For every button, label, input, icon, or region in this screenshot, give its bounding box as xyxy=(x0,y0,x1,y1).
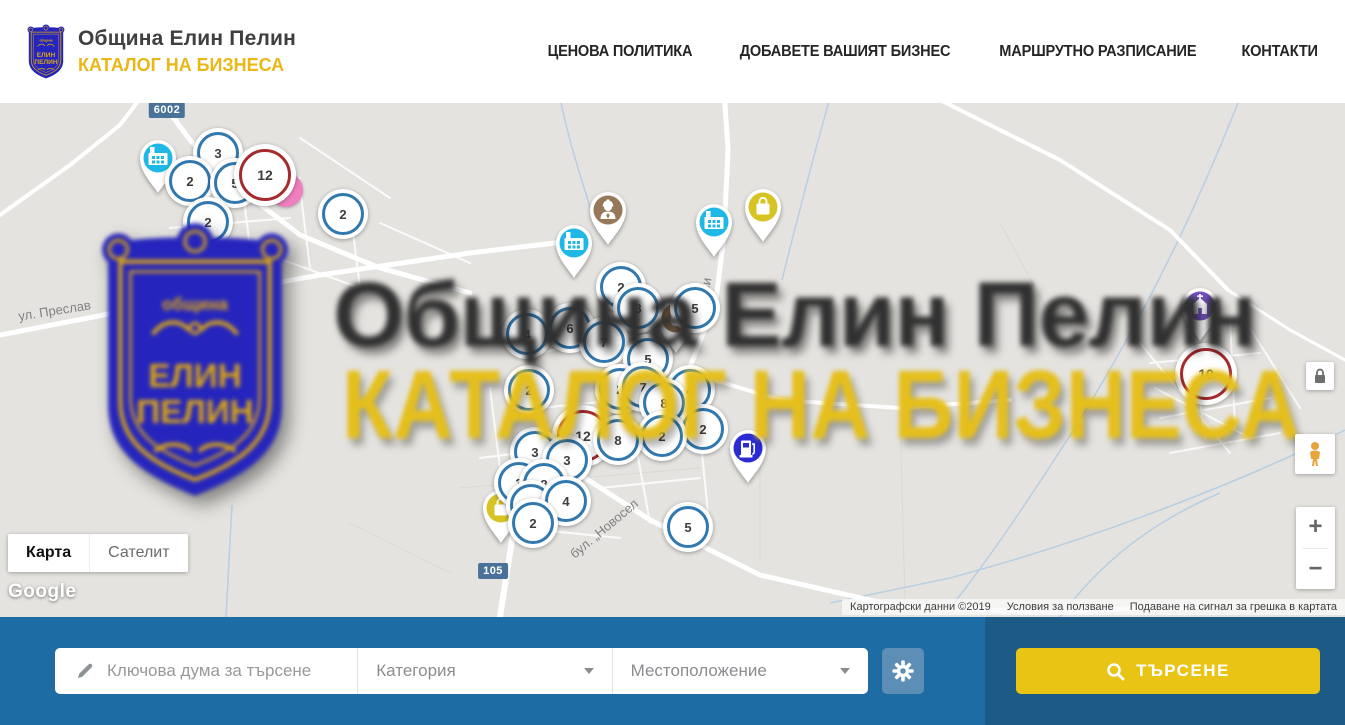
attribution-copyright: Картографски данни ©2019 xyxy=(850,601,991,613)
site-subtitle: КАТАЛОГ НА БИЗНЕСА xyxy=(78,54,289,76)
attribution-report-link[interactable]: Подаване на сигнал за грешка в картата xyxy=(1130,601,1337,613)
municipality-emblem-icon: община ЕЛИН ПЕЛИН xyxy=(24,20,68,82)
main-nav: ЦЕНОВА ПОЛИТИКА ДОБАВЕТЕ ВАШИЯТ БИЗНЕС М… xyxy=(543,0,1320,103)
location-dropdown-label: Местоположение xyxy=(613,661,767,681)
svg-text:община: община xyxy=(39,39,52,43)
map-cluster-marker[interactable]: 5 xyxy=(663,502,713,552)
map-cluster-marker[interactable]: 2 xyxy=(504,365,554,415)
category-dropdown[interactable]: Категория xyxy=(357,648,611,694)
search-bar: Категория Местоположение xyxy=(0,617,1345,725)
map-cluster-marker[interactable]: 2 xyxy=(508,498,558,548)
map-canvas[interactable]: 6002105ул. Преславбул. „Новоселции xyxy=(0,103,1345,617)
pencil-icon xyxy=(75,661,95,681)
chevron-down-icon xyxy=(584,668,594,674)
site-logo[interactable]: община ЕЛИН ПЕЛИН Община Елин Пелин КАТА… xyxy=(24,20,296,82)
zoom-in-button[interactable]: + xyxy=(1296,507,1335,548)
search-fields-group: Категория Местоположение xyxy=(55,648,868,694)
location-dropdown[interactable]: Местоположение xyxy=(612,648,868,694)
map-pin-fuel[interactable] xyxy=(725,427,771,490)
map-pin-worker[interactable] xyxy=(585,189,631,252)
search-submit-button[interactable]: ТЪРСЕНЕ xyxy=(1016,648,1320,694)
attribution-terms-link[interactable]: Условия за ползване xyxy=(1007,601,1114,613)
keyword-search-input[interactable] xyxy=(95,661,357,681)
search-button-label: ТЪРСЕНЕ xyxy=(1136,661,1230,681)
map-cluster-marker[interactable]: 2 xyxy=(183,197,233,247)
nav-route-schedule[interactable]: МАРШРУТНО РАЗПИСАНИЕ xyxy=(999,43,1196,61)
keyword-field-wrap xyxy=(55,648,357,694)
map-type-map-button[interactable]: Карта xyxy=(8,534,89,572)
map-pin-church[interactable] xyxy=(1177,285,1223,348)
search-settings-button[interactable] xyxy=(882,648,924,694)
google-logo: Google xyxy=(8,581,76,603)
map-cluster-marker[interactable]: 7 xyxy=(579,317,629,367)
map-cluster-marker[interactable]: 5 xyxy=(670,283,720,333)
map-lock-button[interactable] xyxy=(1306,362,1334,390)
svg-text:ПЕЛИН: ПЕЛИН xyxy=(34,59,58,66)
gear-icon xyxy=(892,660,914,682)
map-cluster-marker[interactable]: 2 xyxy=(318,189,368,239)
header: община ЕЛИН ПЕЛИН Община Елин Пелин КАТА… xyxy=(0,0,1345,103)
lock-icon xyxy=(1312,368,1328,384)
chevron-down-icon xyxy=(840,668,850,674)
map-cluster-marker[interactable]: 12 xyxy=(234,144,296,206)
zoom-out-button[interactable]: − xyxy=(1296,549,1335,590)
category-dropdown-label: Категория xyxy=(358,661,455,681)
nav-pricing-policy[interactable]: ЦЕНОВА ПОЛИТИКА xyxy=(548,43,693,61)
svg-text:ЕЛИН: ЕЛИН xyxy=(37,52,56,59)
nav-contacts[interactable]: КОНТАКТИ xyxy=(1241,43,1317,61)
road-number-badge: 6002 xyxy=(149,103,185,118)
zoom-control: + − xyxy=(1296,507,1335,589)
map-type-control: Карта Сателит xyxy=(8,534,188,572)
map-cluster-marker[interactable]: 2 xyxy=(637,411,687,461)
map-cluster-marker[interactable]: 10 xyxy=(1175,343,1237,405)
map-cluster-marker[interactable]: 8 xyxy=(593,415,643,465)
map-pin-bag[interactable] xyxy=(740,186,786,249)
site-title: Община Елин Пелин xyxy=(78,27,296,51)
pegman-icon xyxy=(1304,441,1326,467)
map-cluster-marker[interactable]: 4 xyxy=(502,309,552,359)
map-type-satellite-button[interactable]: Сателит xyxy=(89,534,187,572)
street-view-pegman-button[interactable] xyxy=(1295,434,1335,474)
map-pin-factory[interactable] xyxy=(691,201,737,264)
road-number-badge: 105 xyxy=(478,563,508,579)
search-icon xyxy=(1106,662,1125,681)
nav-add-business[interactable]: ДОБАВЕТЕ ВАШИЯТ БИЗНЕС xyxy=(740,43,951,61)
map-attribution: Картографски данни ©2019 Условия за полз… xyxy=(842,599,1345,615)
